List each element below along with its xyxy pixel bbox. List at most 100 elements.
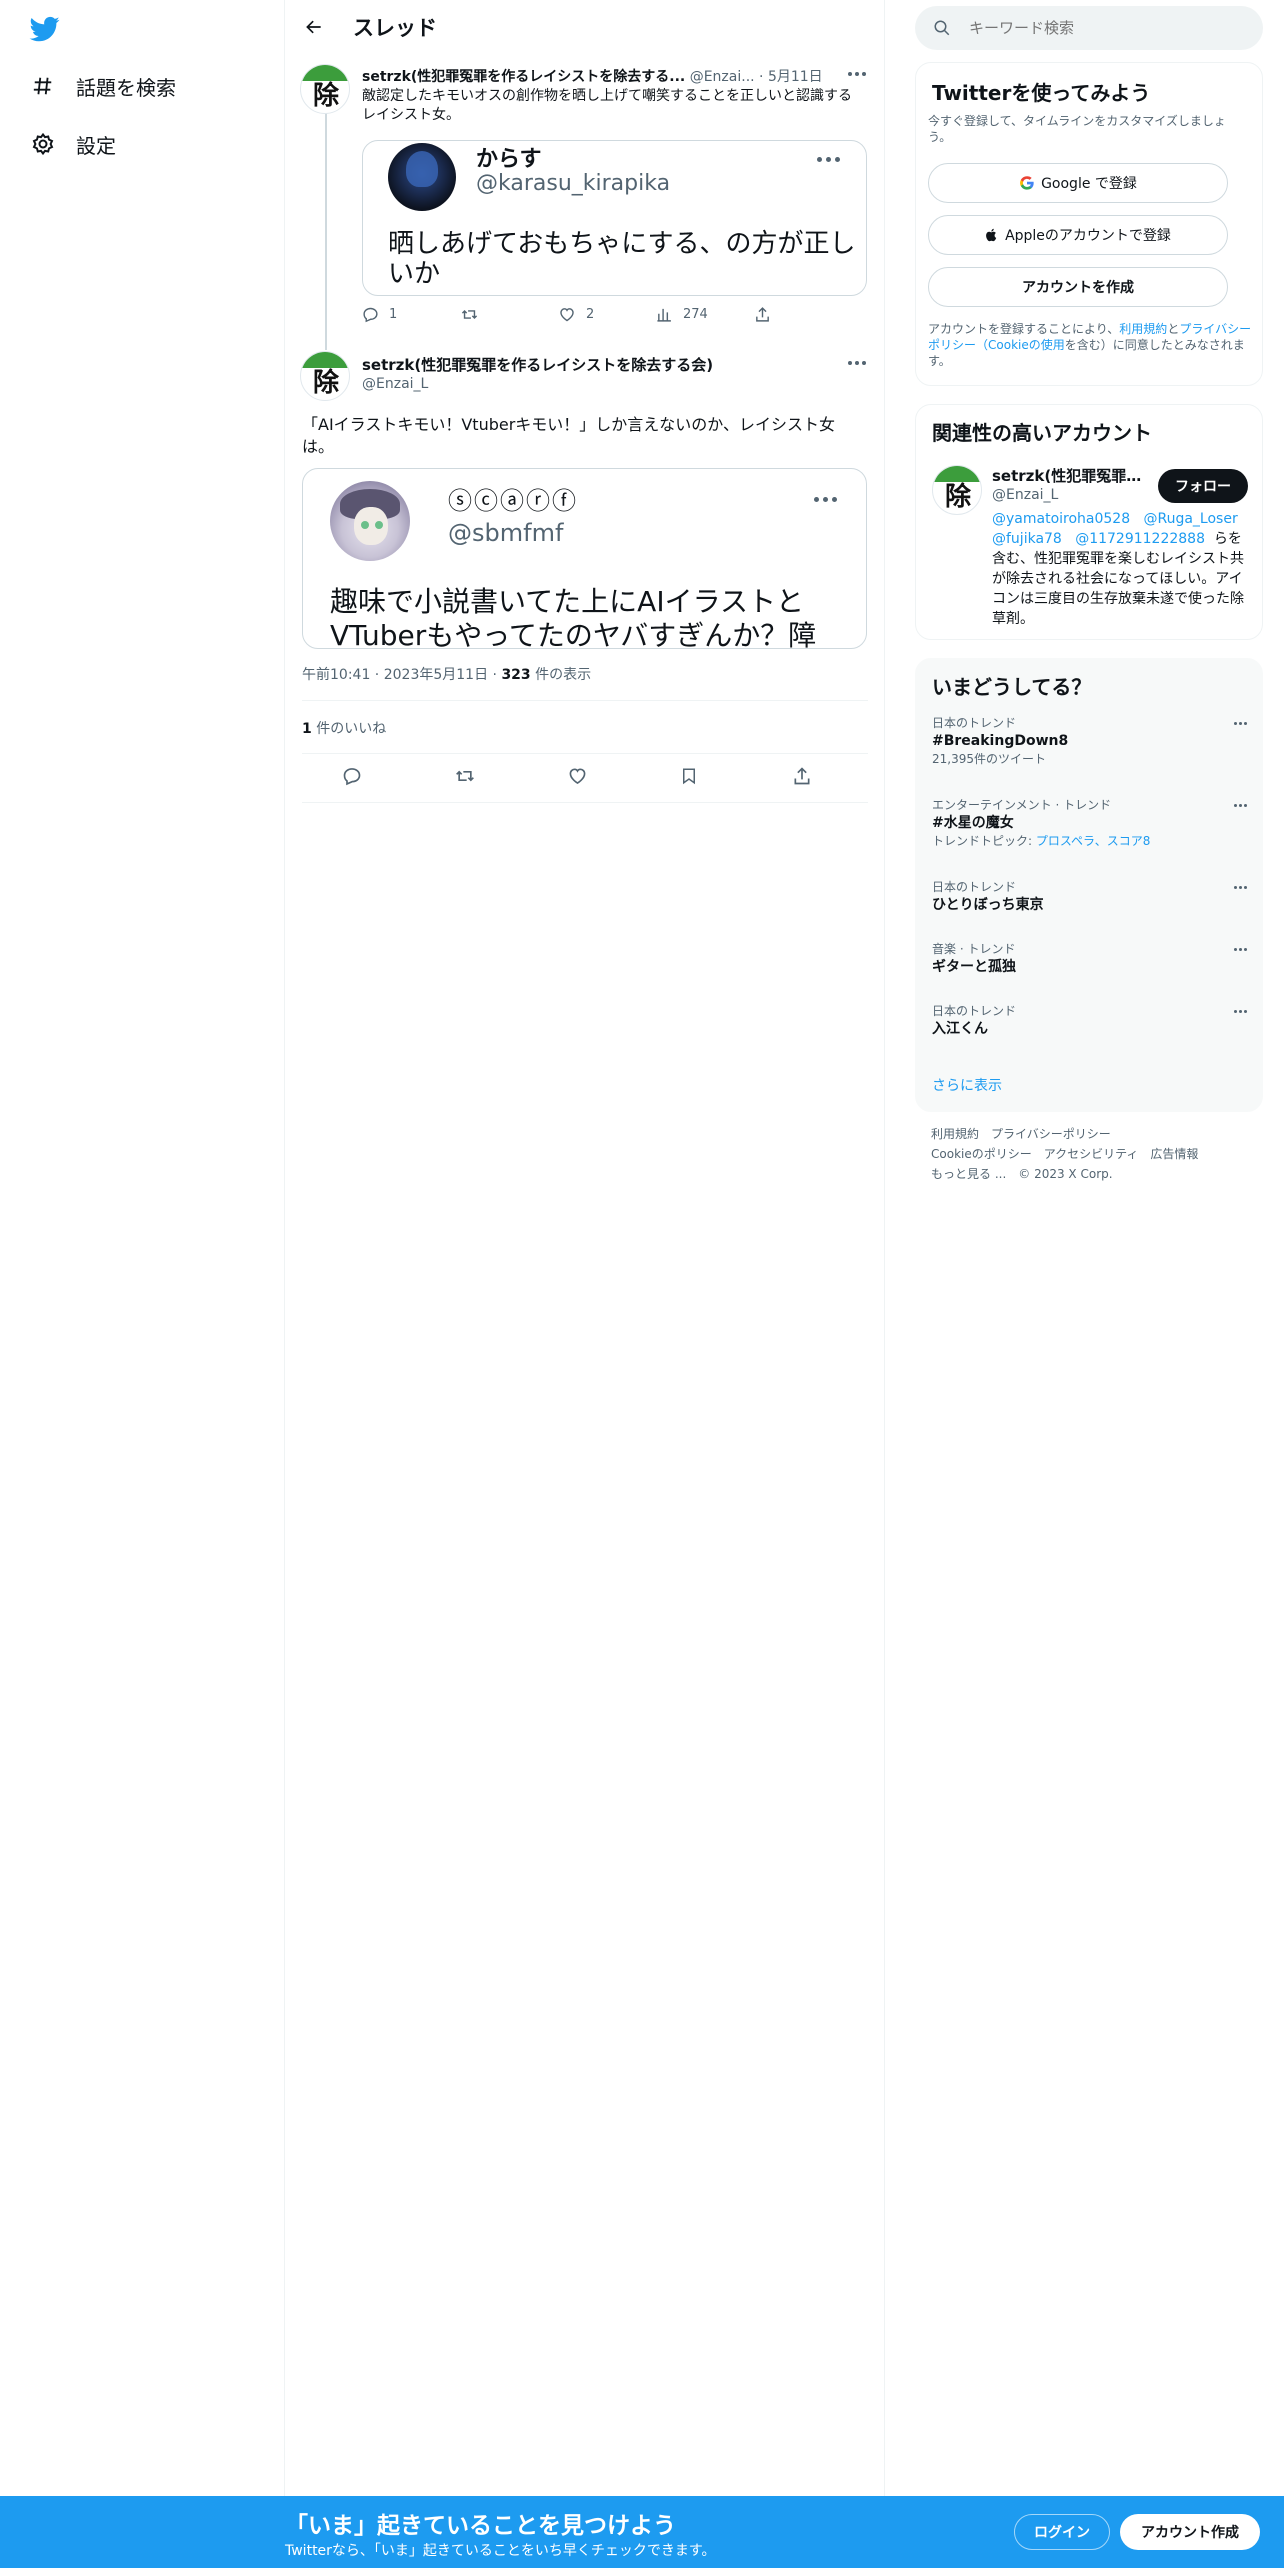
google-signup-button[interactable]: Google で登録 xyxy=(928,163,1228,203)
quoted-avatar xyxy=(388,143,456,211)
related-account-handle[interactable]: @Enzai_L xyxy=(992,487,1058,503)
avatar[interactable]: 除草 xyxy=(932,465,982,515)
divider xyxy=(302,753,868,754)
tweet-meta: 午前10:41 · 2023年5月11日 · 323 件の表示 xyxy=(302,667,592,683)
reply-button[interactable]: 1 xyxy=(362,306,397,323)
bookmark-button[interactable] xyxy=(680,766,708,786)
gear-icon xyxy=(28,129,58,159)
bio-mention[interactable]: @fujika78 xyxy=(992,531,1062,547)
retweet-button[interactable] xyxy=(460,306,489,323)
tweet-actions xyxy=(302,766,868,790)
footer-link[interactable]: アクセシビリティ xyxy=(1044,1147,1139,1161)
quoted-tweet-card[interactable]: ⓢⓒⓐⓡⓕ @sbmfmf 趣味で小説書いてた上にAIイラストとVTuberもや… xyxy=(302,468,867,649)
follow-button[interactable]: フォロー xyxy=(1158,469,1248,503)
reply-button[interactable] xyxy=(342,766,372,786)
views-label: 件の表示 xyxy=(535,667,592,683)
footer-link[interactable]: 利用規約 xyxy=(931,1127,979,1141)
twitter-bird-icon[interactable] xyxy=(28,14,62,44)
likes-summary[interactable]: 1 件のいいね xyxy=(302,718,386,738)
footer-link[interactable]: プライバシーポリシー xyxy=(991,1127,1111,1141)
views-button[interactable]: 274 xyxy=(656,306,708,323)
tweet-header: setrzk(性犯罪冤罪を作るレイシストを除去する... @Enzai... ·… xyxy=(362,66,872,86)
trend-item[interactable]: 日本のトレンド #BreakingDown8 21,395件のツイート xyxy=(932,715,1252,767)
retweet-button[interactable] xyxy=(454,766,486,786)
bio-mention[interactable]: @1172911222888 xyxy=(1075,531,1205,547)
more-options-icon[interactable] xyxy=(1228,797,1252,813)
avatar[interactable]: 除草 xyxy=(300,351,350,401)
trend-item[interactable]: 日本のトレンド ひとりぼっち東京 xyxy=(932,879,1252,915)
trend-item[interactable]: エンターテインメント · トレンド #水星の魔女 トレンドトピック: プロスペラ… xyxy=(932,797,1252,849)
quoted-tweet-card[interactable]: からす @karasu_kirapika 晒しあげておもちゃにする、の方が正しい… xyxy=(362,140,867,296)
trend-category: 日本のトレンド xyxy=(932,880,1017,894)
create-account-button[interactable]: アカウントを作成 xyxy=(928,267,1228,307)
trend-category: 音楽 · トレンド xyxy=(932,942,1016,956)
author-name[interactable]: setrzk(性犯罪冤罪を作るレイシストを除去する会) xyxy=(362,354,713,375)
left-navigation: 話題を検索 設定 xyxy=(0,0,285,2496)
nav-settings[interactable]: 設定 xyxy=(28,124,116,164)
like-count: 2 xyxy=(586,307,595,322)
related-accounts-panel: 関連性の高いアカウント 除草 setrzk(性犯罪冤罪を... @Enzai_L… xyxy=(915,404,1263,640)
share-button[interactable] xyxy=(754,306,781,323)
terms-link[interactable]: 利用規約 xyxy=(1119,322,1167,336)
view-count: 274 xyxy=(683,307,708,322)
apple-signup-button[interactable]: Appleのアカウントで登録 xyxy=(928,215,1228,255)
bottom-bar-title: 「いま」起きていることを見つけよう xyxy=(285,2513,676,2539)
trend-topic-link[interactable]: プロスペラ、スコア8 xyxy=(1036,834,1151,848)
more-options-icon[interactable] xyxy=(805,487,845,511)
more-options-icon[interactable] xyxy=(1228,1003,1252,1019)
bio-mention[interactable]: @yamatoiroha0528 xyxy=(992,511,1130,527)
more-options-icon[interactable] xyxy=(843,64,871,84)
more-options-icon[interactable] xyxy=(1228,879,1252,895)
analytics-icon xyxy=(657,308,671,322)
trend-name: #BreakingDown8 xyxy=(932,733,1069,749)
divider xyxy=(302,802,868,803)
footer-link[interactable]: もっと見る ... xyxy=(931,1167,1006,1181)
author-handle[interactable]: @Enzai... xyxy=(690,69,755,85)
quoted-author-name: からす xyxy=(476,147,542,172)
signup-button[interactable]: アカウント作成 xyxy=(1120,2514,1260,2550)
back-arrow-icon[interactable] xyxy=(297,10,331,44)
retweet-icon xyxy=(456,770,474,782)
nav-explore[interactable]: 話題を検索 xyxy=(28,66,176,106)
footer-links: 利用規約 プライバシーポリシー Cookieのポリシー アクセシビリティ 広告情報 も… xyxy=(931,1124,1261,1184)
footer-link[interactable]: Cookieのポリシー xyxy=(931,1147,1032,1161)
related-account-name[interactable]: setrzk(性犯罪冤罪を... xyxy=(992,465,1142,486)
footer-link[interactable]: 広告情報 xyxy=(1150,1147,1198,1161)
signup-subtitle: 今すぐ登録して、タイムラインをカスタマイズしましょう。 xyxy=(928,114,1226,144)
quoted-tweet-text: 趣味で小説書いてた上にAIイラストとVTuberもやってたのヤバすぎんか？障 xyxy=(330,585,817,649)
bottom-signup-bar: 「いま」起きていることを見つけよう Twitterなら、「いま」起きていることを… xyxy=(0,2496,1284,2568)
trend-item[interactable]: 日本のトレンド 入江くん xyxy=(932,1003,1252,1039)
more-options-icon[interactable] xyxy=(808,147,848,171)
more-options-icon[interactable] xyxy=(1228,941,1252,957)
tweet-time[interactable]: 午前10:41 xyxy=(302,667,370,683)
trend-item[interactable]: 音楽 · トレンド ギターと孤独 xyxy=(932,941,1252,977)
share-icon xyxy=(756,307,769,322)
trend-name: ひとりぼっち東京 xyxy=(932,897,1044,913)
like-button[interactable] xyxy=(567,766,598,786)
show-more-link[interactable]: さらに表示 xyxy=(932,1075,1002,1095)
related-account-bio: @yamatoiroha0528 @Ruga_Loser @fujika78 @… xyxy=(992,511,1244,627)
heart-icon xyxy=(569,768,586,785)
share-icon xyxy=(794,767,810,785)
tweet-date[interactable]: · 5月11日 xyxy=(759,69,823,85)
reply-icon xyxy=(363,307,378,323)
author-name[interactable]: setrzk(性犯罪冤罪を作るレイシストを除去する... xyxy=(362,69,685,85)
more-options-icon[interactable] xyxy=(1228,715,1252,731)
more-options-icon[interactable] xyxy=(843,353,871,373)
share-button[interactable] xyxy=(792,766,822,786)
login-button[interactable]: ログイン xyxy=(1014,2514,1110,2550)
like-button[interactable]: 2 xyxy=(558,306,594,323)
hashtag-icon xyxy=(28,71,58,101)
author-handle[interactable]: @Enzai_L xyxy=(362,376,428,392)
avatar[interactable]: 除草 xyxy=(300,64,350,114)
search-input[interactable] xyxy=(969,19,1229,37)
likes-number: 1 xyxy=(302,721,312,737)
search-bar[interactable] xyxy=(915,6,1263,50)
bio-mention[interactable]: @Ruga_Loser xyxy=(1143,511,1237,527)
trend-name: ギターと孤独 xyxy=(932,959,1016,975)
trend-name: #水星の魔女 xyxy=(932,815,1014,831)
reply-icon xyxy=(343,768,361,786)
quoted-author-name: ⓢⓒⓐⓡⓕ xyxy=(448,487,578,515)
thread-connector-line xyxy=(325,100,327,350)
tweet-date[interactable]: 2023年5月11日 xyxy=(384,667,488,683)
